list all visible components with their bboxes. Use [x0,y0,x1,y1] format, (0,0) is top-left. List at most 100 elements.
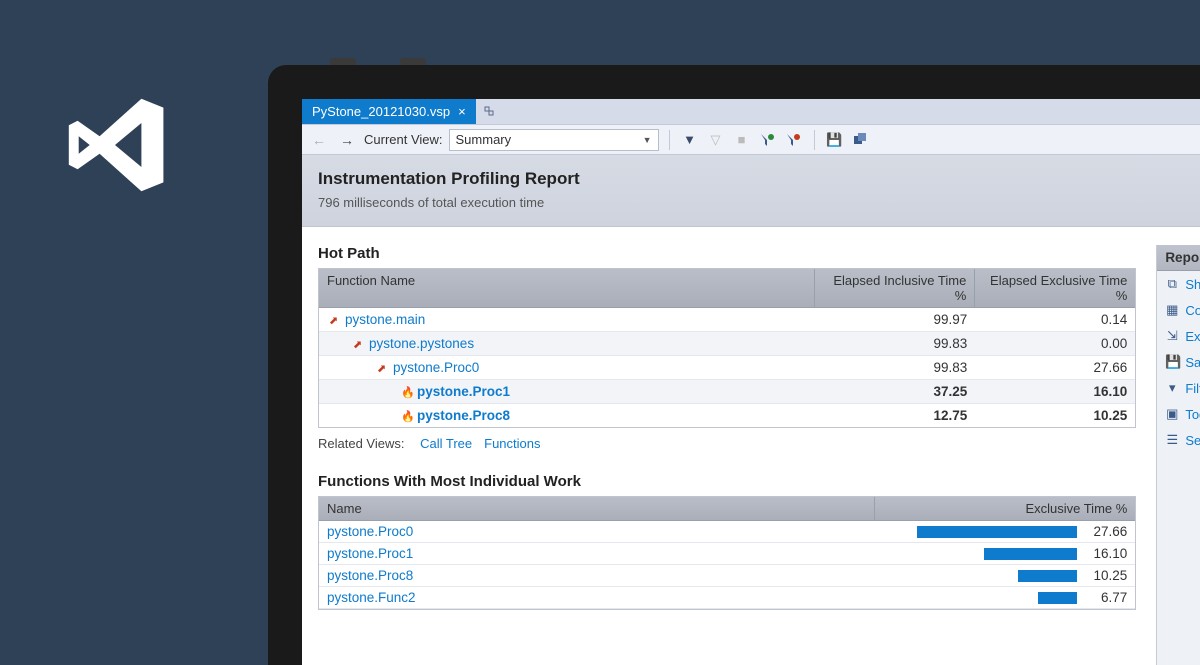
bar [984,548,1077,560]
call-icon: ⬈ [377,362,389,375]
exclusive-value: 16.10 [1077,546,1127,561]
funcwork-table: Name Exclusive Time % pystone.Proc0 27.66… [318,496,1136,610]
col-inclusive-time[interactable]: Elapsed Inclusive Time % [815,269,975,307]
action-icon: ⇲ [1165,328,1179,344]
function-link[interactable]: pystone.Func2 [327,590,877,605]
report-action-item[interactable]: ▦ Comp [1157,297,1200,323]
table-row[interactable]: ⬈pystone.pystones99.830.00 [319,332,1135,356]
action-label: Filter [1185,381,1200,396]
exclusive-value: 16.10 [975,380,1135,403]
function-link[interactable]: pystone.Proc0 [393,360,479,375]
bar [917,526,1077,538]
chevron-down-icon: ▼ [643,135,652,145]
tab-active[interactable]: PyStone_20121030.vsp × [302,99,476,124]
report-title: Instrumentation Profiling Report [318,169,1200,189]
table-row[interactable]: pystone.Proc810.25 [319,565,1135,587]
report-action-item[interactable]: ⧉ Show [1157,271,1200,297]
action-label: Show [1185,277,1200,292]
current-view-value: Summary [456,132,512,147]
report-actions-title: Report [1157,245,1200,271]
table-row[interactable]: pystone.Func2 6.77 [319,587,1135,609]
hot-path-table: Function Name Elapsed Inclusive Time % E… [318,268,1136,428]
action-label: Togg [1185,407,1200,422]
report-action-item[interactable]: ⇲Expo [1157,323,1200,349]
bar [1038,592,1077,604]
col-exclusive-time[interactable]: Elapsed Exclusive Time % [975,269,1135,307]
function-link[interactable]: pystone.Proc1 [327,546,877,561]
function-link[interactable]: pystone.Proc8 [417,408,510,423]
forward-arrow-icon[interactable]: → [336,132,358,148]
stop-icon: ■ [732,130,752,150]
current-view-label: Current View: [364,132,443,147]
report-header: Instrumentation Profiling Report 796 mil… [302,155,1200,227]
visual-studio-logo [60,90,170,200]
exclusive-value: 27.66 [1077,524,1127,539]
related-views-label: Related Views: [318,436,404,451]
flame-icon: 🔥 [401,386,413,399]
table-row[interactable]: ⬈ pystone.Proc0 99.8327.66 [319,356,1135,380]
function-link[interactable]: pystone.Proc1 [417,384,510,399]
hot-path-header-row: Function Name Elapsed Inclusive Time % E… [319,269,1135,308]
app-screen: PyStone_20121030.vsp × ← → Current View:… [302,99,1200,665]
flame-icon: 🔥 [401,410,413,423]
separator [669,130,670,150]
main-column: Hot Path Function Name Elapsed Inclusive… [318,245,1136,665]
call-icon: ⬈ [353,338,365,351]
current-view-select[interactable]: Summary ▼ [449,129,659,151]
report-action-item[interactable]: ☰ Set S [1157,427,1200,453]
funcwork-header-row: Name Exclusive Time % [319,497,1135,521]
exclusive-value: 6.77 [1077,590,1127,605]
col-exclusive-time[interactable]: Exclusive Time % [875,497,1135,520]
bar [1018,570,1077,582]
action-label: Save [1185,355,1200,370]
hot-path-title: Hot Path [318,245,1136,262]
table-row[interactable]: pystone.Proc1 16.10 [319,543,1135,565]
action-icon: ⧉ [1165,276,1179,292]
action-icon: 💾 [1165,354,1179,370]
tab-overflow-icon[interactable] [476,99,504,124]
back-arrow-icon: ← [308,132,330,148]
function-link[interactable]: pystone.main [345,312,425,327]
function-link[interactable]: pystone.pystones [369,336,474,351]
action-label: Set S [1185,433,1200,448]
inclusive-value: 37.25 [815,380,975,403]
related-view-link[interactable]: Call Tree [420,436,472,451]
exclusive-value: 27.66 [975,356,1135,379]
close-icon[interactable]: × [458,104,466,119]
save-copy-icon[interactable] [851,130,871,150]
report-actions-panel: Report ⧉ Show ▦ Comp ⇲Expo 💾 Save ▾Filter ▣ Togg ☰… [1156,245,1200,665]
action-icon: ▦ [1165,302,1179,318]
table-row[interactable]: 🔥 pystone.Proc1 37.2516.10 [319,380,1135,404]
bar-cell [877,592,1077,604]
filter-icon[interactable]: ▼ [680,130,700,150]
bar-cell [877,570,1077,582]
inclusive-value: 99.83 [815,356,975,379]
inclusive-value: 99.97 [815,308,975,331]
col-name[interactable]: Name [319,497,875,520]
function-link[interactable]: pystone.Proc8 [327,568,877,583]
filter-remove-icon[interactable] [784,130,804,150]
device-frame: PyStone_20121030.vsp × ← → Current View:… [268,65,1200,665]
report-action-item[interactable]: 💾 Save [1157,349,1200,375]
filter-add-icon[interactable] [758,130,778,150]
table-row[interactable]: pystone.Proc0 27.66 [319,521,1135,543]
call-icon: ⬈ [329,314,341,327]
report-subtitle: 796 milliseconds of total execution time [318,195,1200,210]
inclusive-value: 12.75 [815,404,975,427]
exclusive-value: 10.25 [975,404,1135,427]
function-link[interactable]: pystone.Proc0 [327,524,877,539]
table-row[interactable]: 🔥 pystone.Proc8 12.7510.25 [319,404,1135,427]
related-view-link[interactable]: Functions [484,436,540,451]
table-row[interactable]: ⬈pystone.main99.970.14 [319,308,1135,332]
toolbar: ← → Current View: Summary ▼ ▼ ▽ ■ 💾 [302,125,1200,155]
inclusive-value: 99.83 [815,332,975,355]
report-action-item[interactable]: ▾Filter [1157,375,1200,401]
action-icon: ☰ [1165,432,1179,448]
save-icon[interactable]: 💾 [825,130,845,150]
report-action-item[interactable]: ▣ Togg [1157,401,1200,427]
action-label: Comp [1185,303,1200,318]
separator [814,130,815,150]
tab-label: PyStone_20121030.vsp [312,104,450,119]
action-icon: ▣ [1165,406,1179,422]
col-function-name[interactable]: Function Name [319,269,815,307]
